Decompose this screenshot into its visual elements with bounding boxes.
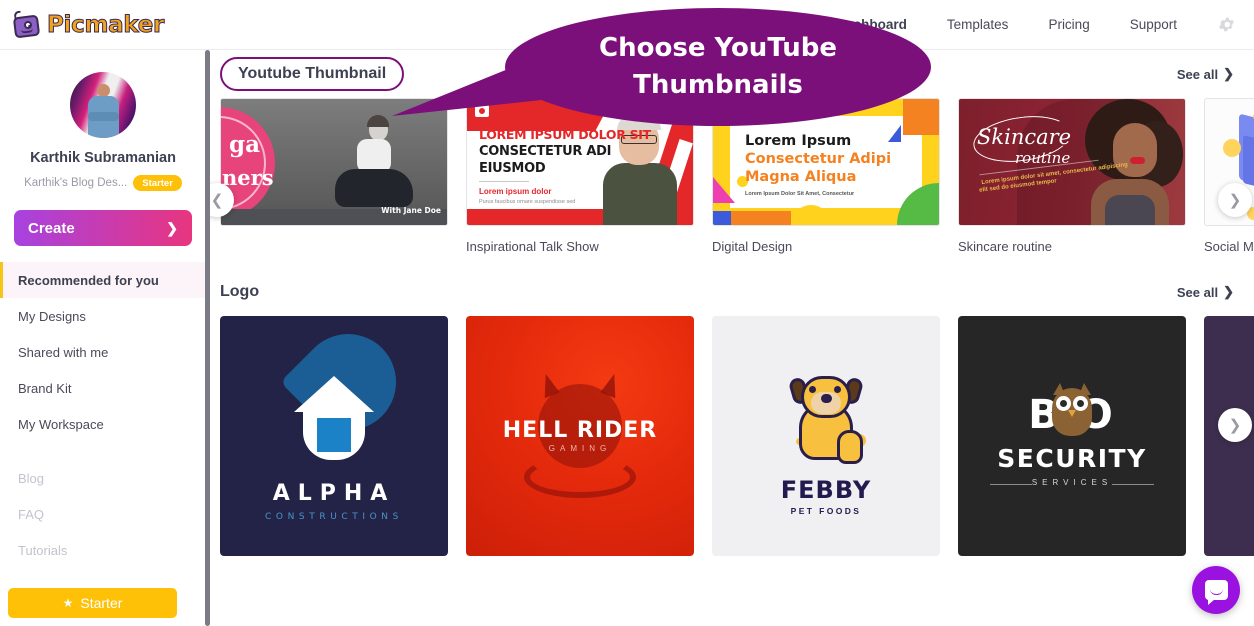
thumb-text: Purus faucibus ornare suspendisse sed <box>479 199 576 205</box>
see-all-logo[interactable]: See all ❯ <box>1177 284 1234 300</box>
see-all-label: See all <box>1176 66 1219 82</box>
template-card[interactable]: B O SECURITY SERVICES <box>958 316 1186 556</box>
sidebar-item-tutorials[interactable]: Tutorials <box>0 532 206 568</box>
chevron-right-icon: ❯ <box>1228 192 1242 209</box>
upgrade-starter-button[interactable]: ★ Starter <box>8 588 177 618</box>
logo-text: ALPHA <box>272 481 396 506</box>
section-title-logo: Logo <box>220 283 260 300</box>
chevron-right-icon: ❯ <box>1223 284 1234 299</box>
thumb-text: Lorem Ipsum <box>745 133 852 149</box>
logo-subtext: SECURITY <box>997 444 1147 473</box>
avatar[interactable] <box>70 72 136 138</box>
logo-subtext: PET FOODS <box>790 506 862 516</box>
sidebar: Karthik Subramanian Karthik's Blog Des..… <box>0 50 206 626</box>
create-button-label: Create <box>28 219 75 237</box>
logo-card-list: ALPHA CONSTRUCTIONS HELL RIDER GAMING FE… <box>210 316 1254 556</box>
card-label: Digital Design <box>712 239 793 254</box>
template-card[interactable]: Social Media Str <box>1204 98 1254 254</box>
section-title-youtube-thumbnail: Youtube Thumbnail <box>220 57 405 91</box>
card-label: Social Media Str <box>1204 239 1254 254</box>
thumb-text: Consectetur Adipi <box>745 151 892 167</box>
thumb-text: EIUSMOD <box>479 161 546 176</box>
star-icon: ★ <box>62 596 74 610</box>
owl-icon <box>1052 383 1092 436</box>
nav-item-pricing[interactable]: Pricing <box>1048 17 1089 32</box>
carousel-next-logo[interactable]: ❯ <box>1218 408 1252 442</box>
boo-security-logo[interactable]: B O SECURITY SERVICES <box>958 316 1186 556</box>
nav-item-support[interactable]: Support <box>1130 17 1177 32</box>
brand-name: Picmaker <box>46 11 165 38</box>
sidebar-item-shared-with-me[interactable]: Shared with me <box>0 334 206 370</box>
logo-text: HELL RIDER <box>502 418 658 443</box>
sidebar-item-faq[interactable]: FAQ <box>0 496 206 532</box>
logo-subtext: SERVICES <box>1031 478 1113 487</box>
logo-subtext: GAMING <box>548 444 612 453</box>
sidebar-item-brand-kit[interactable]: Brand Kit <box>0 370 206 406</box>
hell-rider-logo[interactable]: HELL RIDER GAMING <box>466 316 694 556</box>
thumb-text: CONSECTETUR ADI <box>479 144 612 159</box>
sidebar-item-blog[interactable]: Blog <box>0 460 206 496</box>
logo-subtext: CONSTRUCTIONS <box>265 512 403 522</box>
upgrade-starter-label: Starter <box>80 595 123 611</box>
callout-bubble: Choose YouTube Thumbnails <box>505 8 931 126</box>
callout-line-1: Choose YouTube <box>599 33 837 64</box>
section-logo: Logo See all ❯ ALPHA CONSTRUCTIONS HELL … <box>210 268 1254 556</box>
chevron-right-icon: ❯ <box>166 219 178 236</box>
user-meta: Karthik's Blog Des... Starter <box>0 175 206 191</box>
gear-icon[interactable] <box>1217 15 1236 34</box>
thumb-text: Lorem ipsum dolor <box>479 187 552 196</box>
sidebar-nav: Recommended for you My Designs Shared wi… <box>0 262 206 568</box>
card-label: Inspirational Talk Show <box>466 239 599 254</box>
plan-badge: Starter <box>133 175 182 191</box>
chat-bubble-icon <box>1204 580 1228 605</box>
see-all-youtube-thumbnail[interactable]: See all ❯ <box>1177 66 1234 82</box>
skincare-thumbnail[interactable]: Skincare routine Lorem ipsum dolor sit a… <box>958 98 1186 226</box>
callout-line-2: Thumbnails <box>633 70 803 100</box>
user-name: Karthik Subramanian <box>30 150 176 166</box>
picmaker-robot-icon <box>12 10 42 39</box>
template-card[interactable]: FEBBY PET FOODS <box>712 316 940 556</box>
template-card[interactable]: HELL RIDER GAMING <box>466 316 694 556</box>
carousel-next-youtube-thumbnail[interactable]: ❯ <box>1218 183 1252 217</box>
sidebar-scrollbar[interactable] <box>205 50 210 626</box>
thumb-text: Skincare <box>977 125 1072 149</box>
template-card[interactable]: ALPHA CONSTRUCTIONS <box>220 316 448 556</box>
thumb-text: With Jane Doe <box>381 206 441 215</box>
create-button[interactable]: Create ❯ <box>14 210 192 246</box>
section-header: Logo See all ❯ <box>210 268 1254 316</box>
febby-pet-foods-logo[interactable]: FEBBY PET FOODS <box>712 316 940 556</box>
alpha-constructions-logo[interactable]: ALPHA CONSTRUCTIONS <box>220 316 448 556</box>
sidebar-item-my-workspace[interactable]: My Workspace <box>0 406 206 442</box>
main-content: Youtube Thumbnail See all ❯ ga ners With… <box>210 50 1254 626</box>
logo-text: FEBBY <box>780 476 872 504</box>
sidebar-item-my-designs[interactable]: My Designs <box>0 298 206 334</box>
template-card[interactable]: Skincare routine Lorem ipsum dolor sit a… <box>958 98 1186 254</box>
top-navigation: Dashboard Templates Pricing Support <box>836 15 1236 34</box>
thumb-text: Lorem Ipsum Dolor Sit Amet, Consectetur <box>745 191 855 197</box>
brand-logo[interactable]: Picmaker <box>12 10 165 39</box>
chevron-right-icon: ❯ <box>1228 417 1242 434</box>
nav-item-templates[interactable]: Templates <box>947 17 1009 32</box>
thumb-text: ners <box>222 165 274 190</box>
sidebar-divider <box>0 442 206 460</box>
chat-launcher-button[interactable] <box>1192 566 1240 614</box>
thumb-text: ga <box>229 131 260 158</box>
thumb-text: LOREM IPSUM DOLOR SIT <box>479 127 651 142</box>
chevron-right-icon: ❯ <box>1223 66 1234 81</box>
thumb-text: Magna Aliqua <box>745 169 857 185</box>
sidebar-item-recommended[interactable]: Recommended for you <box>0 262 206 298</box>
chevron-left-icon: ❮ <box>210 192 224 209</box>
card-label: Skincare routine <box>958 239 1052 254</box>
workspace-name: Karthik's Blog Des... <box>24 177 128 189</box>
see-all-label: See all <box>1176 284 1219 300</box>
